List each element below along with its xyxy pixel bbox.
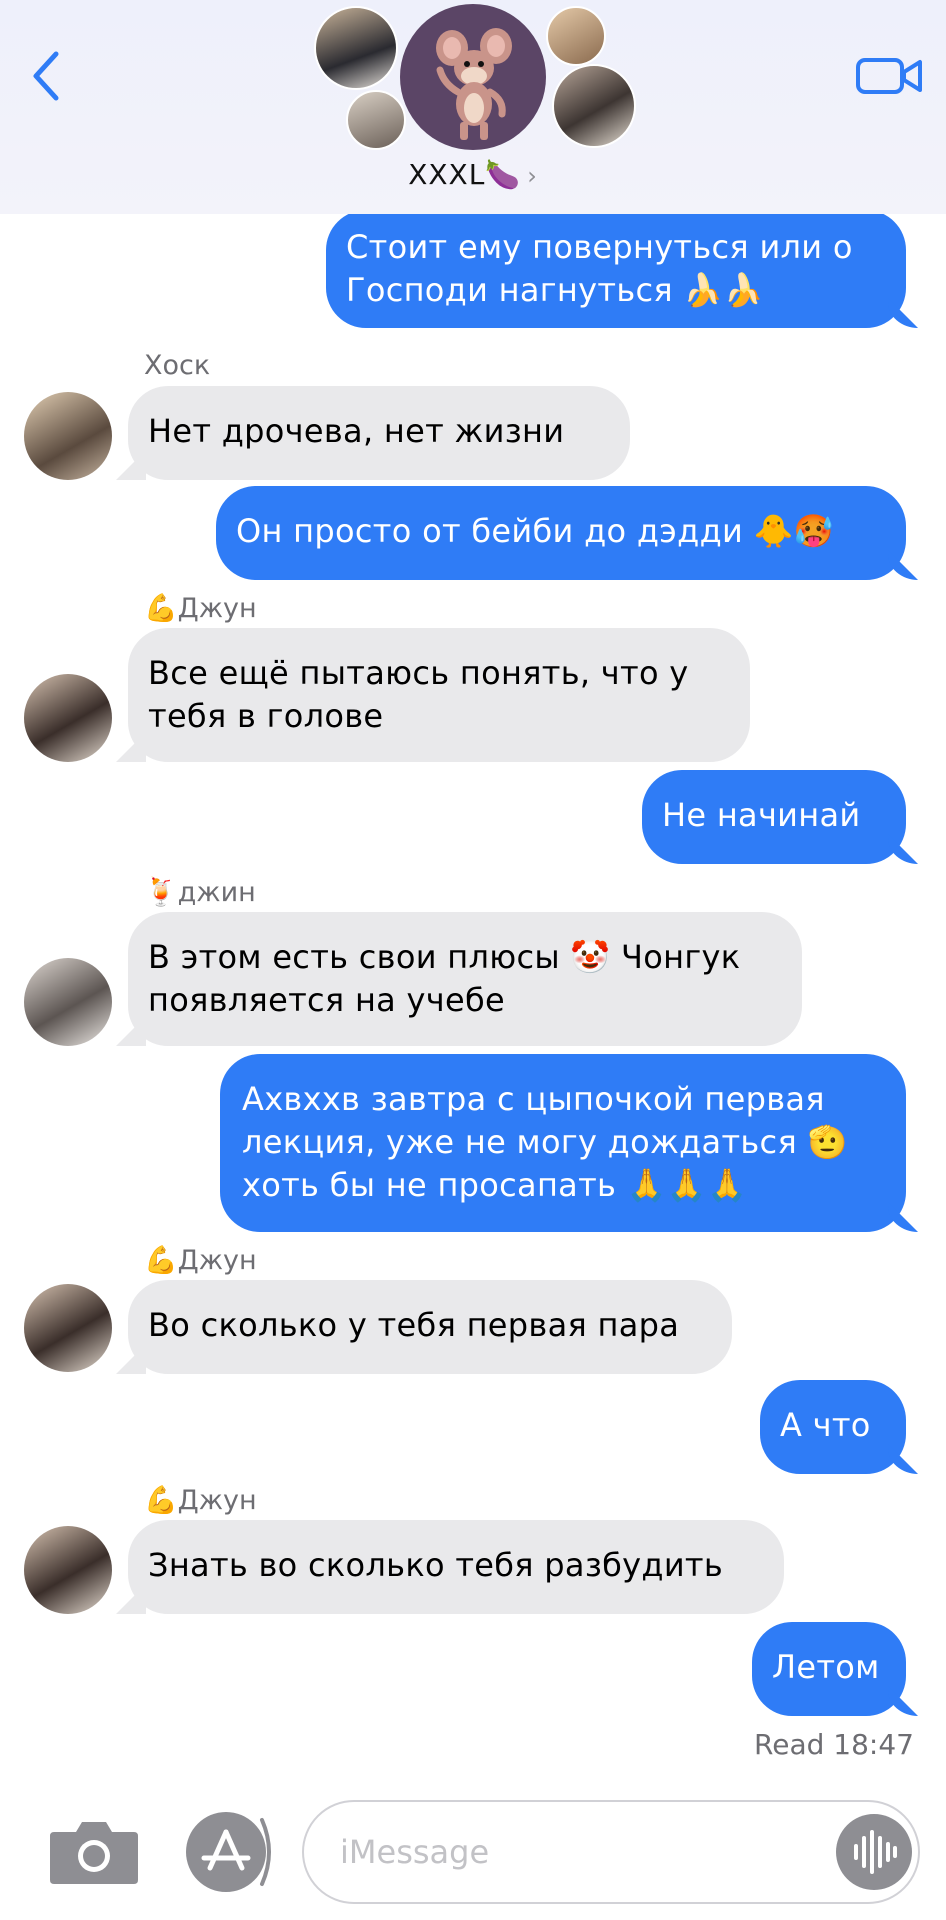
- message-bubble-outgoing[interactable]: Не начинай: [642, 770, 906, 864]
- sender-name: 💪Джун: [144, 1485, 257, 1516]
- group-name[interactable]: XXXL🍆 ›: [0, 158, 946, 191]
- sender-avatar[interactable]: [24, 1284, 112, 1372]
- message-input[interactable]: iMessage: [302, 1800, 920, 1904]
- sender-name: Хоск: [144, 350, 211, 381]
- message-bubble-incoming[interactable]: Во сколько у тебя первая пара: [128, 1280, 732, 1374]
- member-avatar: [546, 6, 606, 66]
- group-avatar[interactable]: [400, 4, 546, 150]
- sender-name: 💪Джун: [144, 593, 257, 624]
- sender-name: 🍹джин: [144, 877, 256, 908]
- message-bubble-outgoing[interactable]: Ахвххв завтра с цыпочкой первая лекция, …: [220, 1054, 906, 1232]
- member-avatar: [314, 6, 398, 90]
- video-camera-icon[interactable]: [856, 56, 924, 96]
- message-bubble-outgoing[interactable]: А что: [760, 1380, 906, 1474]
- sender-avatar[interactable]: [24, 958, 112, 1046]
- message-bubble-outgoing[interactable]: Стоит ему повернуться или о Господи нагн…: [326, 210, 906, 328]
- cartoon-mouse-icon: [436, 28, 512, 140]
- message-bubble-incoming[interactable]: Знать во сколько тебя разбудить: [128, 1520, 784, 1614]
- message-bubble-incoming[interactable]: В этом есть свои плюсы 🤡 Чонгук появляет…: [128, 912, 802, 1046]
- sender-name: 💪Джун: [144, 1245, 257, 1276]
- app-store-icon[interactable]: [186, 1812, 266, 1892]
- sender-avatar[interactable]: [24, 674, 112, 762]
- sender-avatar[interactable]: [24, 1526, 112, 1614]
- message-bubble-outgoing[interactable]: Летом: [752, 1622, 906, 1716]
- member-avatar: [346, 90, 406, 150]
- group-name-text: XXXL🍆: [408, 158, 522, 191]
- message-input-placeholder: iMessage: [340, 1833, 490, 1871]
- back-chevron-icon[interactable]: [28, 48, 68, 104]
- read-time: 18:47: [833, 1728, 914, 1761]
- message-bubble-incoming[interactable]: Все ещё пытаюсь понять, что у тебя в гол…: [128, 628, 750, 762]
- chevron-right-icon: ›: [527, 162, 538, 190]
- read-receipt: Read 18:47: [754, 1728, 914, 1761]
- app-drawer-edge-icon: [260, 1818, 271, 1886]
- message-bubble-incoming[interactable]: Нет дрочева, нет жизни: [128, 386, 630, 480]
- read-label: Read: [754, 1728, 825, 1761]
- message-bubble-outgoing[interactable]: Он просто от бейби до дэдди 🐥🥵: [216, 486, 906, 580]
- voice-memo-icon[interactable]: [836, 1814, 912, 1890]
- camera-icon[interactable]: [48, 1816, 140, 1886]
- sender-avatar[interactable]: [24, 392, 112, 480]
- app-store-glyph: [201, 1829, 251, 1871]
- waveform-glyph: [854, 1830, 897, 1874]
- member-avatar: [552, 64, 636, 148]
- conversation-header: XXXL🍆 ›: [0, 0, 946, 214]
